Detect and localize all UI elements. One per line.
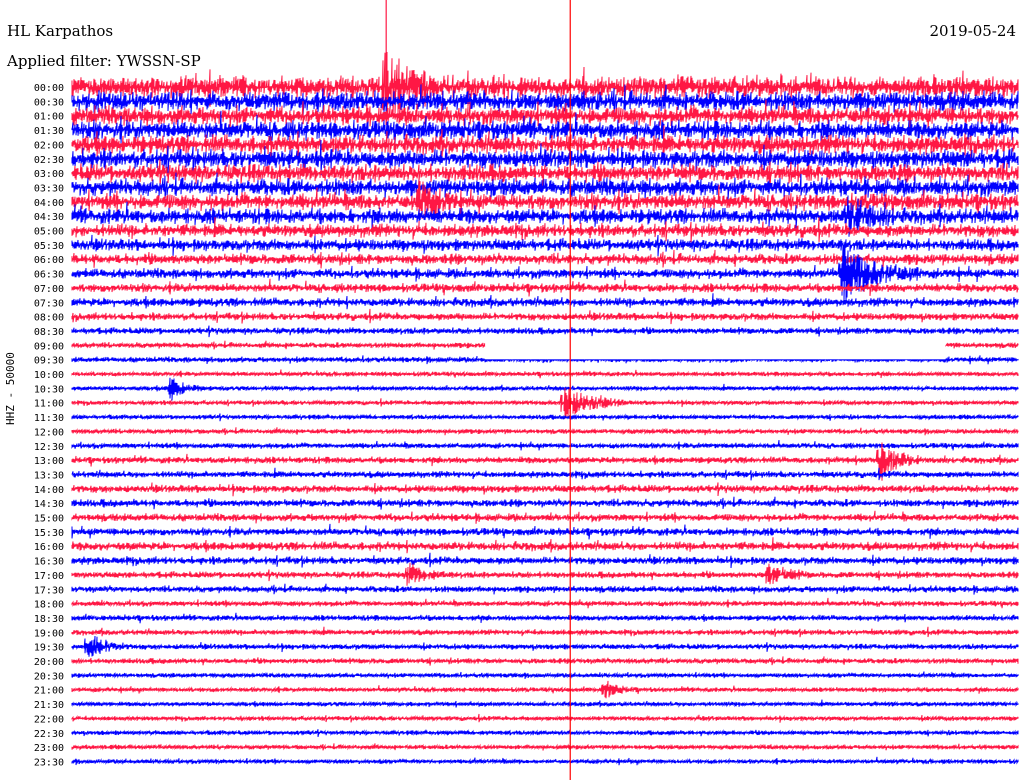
trace-0730 xyxy=(71,293,1019,310)
row-label: 20:30 xyxy=(34,671,64,682)
row-label: 02:30 xyxy=(34,155,64,166)
trace-2300 xyxy=(71,743,1019,751)
row-label: 13:30 xyxy=(34,470,64,481)
row-label: 11:00 xyxy=(34,399,64,410)
row-label: 08:30 xyxy=(34,327,64,338)
row-label-group: 00:00 00:30 01:00 01:30 02:00 02:30 03:00 03:30… xyxy=(34,83,64,768)
trace-1330 xyxy=(71,467,1019,481)
trace-2130 xyxy=(71,699,1019,708)
trace-0530 xyxy=(71,234,1019,257)
trace-2330 xyxy=(71,756,1019,766)
filter-label: Applied filter: YWSSN-SP xyxy=(7,52,201,70)
trace-1400 xyxy=(71,482,1019,497)
row-label: 08:00 xyxy=(34,313,64,324)
row-label: 03:30 xyxy=(34,183,64,194)
row-label: 06:30 xyxy=(34,270,64,281)
row-label: 02:00 xyxy=(34,140,64,151)
row-label: 21:30 xyxy=(34,700,64,711)
trace-0830 xyxy=(71,325,1019,338)
row-label: 15:00 xyxy=(34,514,64,525)
row-label: 15:30 xyxy=(34,528,64,539)
trace-1730 xyxy=(71,583,1019,595)
row-label: 00:30 xyxy=(34,97,64,108)
row-label: 23:00 xyxy=(34,743,64,754)
row-label: 04:30 xyxy=(34,212,64,223)
row-label: 09:30 xyxy=(34,356,64,367)
trace-2100 xyxy=(71,680,1019,699)
row-label: 22:30 xyxy=(34,729,64,740)
trace-2000 xyxy=(71,656,1019,666)
row-label: 17:00 xyxy=(34,571,64,582)
row-label: 07:30 xyxy=(34,298,64,309)
row-label: 17:30 xyxy=(34,585,64,596)
trace-1230 xyxy=(71,440,1019,451)
row-label: 12:00 xyxy=(34,427,64,438)
row-label: 18:30 xyxy=(34,614,64,625)
trace-1030 xyxy=(71,377,1019,401)
trace-group xyxy=(71,51,1019,766)
helicorder-chart: 00:00 00:30 01:00 01:30 02:00 02:30 03:00 03:30… xyxy=(34,0,1019,780)
row-label: 16:30 xyxy=(34,557,64,568)
row-label: 06:00 xyxy=(34,255,64,266)
trace-1630 xyxy=(71,552,1019,569)
row-label: 04:00 xyxy=(34,198,64,209)
row-label: 11:30 xyxy=(34,413,64,424)
trace-1900 xyxy=(71,626,1019,638)
row-label: 20:00 xyxy=(34,657,64,668)
row-label: 09:00 xyxy=(34,341,64,352)
trace-2030 xyxy=(71,671,1019,679)
row-label: 21:00 xyxy=(34,686,64,697)
row-label: 14:00 xyxy=(34,485,64,496)
trace-1100 xyxy=(71,388,1019,419)
trace-1200 xyxy=(71,427,1019,436)
row-label: 05:30 xyxy=(34,241,64,252)
trace-1700 xyxy=(71,562,1019,586)
row-label: 23:30 xyxy=(34,757,64,768)
trace-0630 xyxy=(71,244,1019,303)
row-label: 05:00 xyxy=(34,227,64,238)
trace-1830 xyxy=(71,612,1019,624)
trace-1130 xyxy=(71,413,1019,422)
trace-1930 xyxy=(71,635,1019,657)
row-label: 10:30 xyxy=(34,384,64,395)
row-label: 03:00 xyxy=(34,169,64,180)
row-label: 18:00 xyxy=(34,600,64,611)
row-label: 19:00 xyxy=(34,628,64,639)
trace-1530 xyxy=(71,523,1019,540)
data-gap-group xyxy=(485,339,946,360)
data-gap xyxy=(485,339,946,360)
row-label: 00:00 xyxy=(34,83,64,94)
row-label: 19:30 xyxy=(34,643,64,654)
row-label: 14:30 xyxy=(34,499,64,510)
trace-1800 xyxy=(71,597,1019,609)
trace-0600 xyxy=(71,249,1019,269)
row-label: 01:00 xyxy=(34,112,64,123)
row-label: 22:00 xyxy=(34,714,64,725)
trace-1600 xyxy=(71,537,1019,554)
row-label: 07:00 xyxy=(34,284,64,295)
row-label: 12:30 xyxy=(34,442,64,453)
row-label: 13:00 xyxy=(34,456,64,467)
row-label: 01:30 xyxy=(34,126,64,137)
row-label: 10:00 xyxy=(34,370,64,381)
trace-2200 xyxy=(71,713,1019,723)
trace-1500 xyxy=(71,510,1019,524)
row-label: 16:00 xyxy=(34,542,64,553)
trace-2230 xyxy=(71,729,1019,737)
trace-0800 xyxy=(71,308,1019,325)
trace-1000 xyxy=(71,369,1019,379)
trace-1430 xyxy=(71,496,1019,510)
